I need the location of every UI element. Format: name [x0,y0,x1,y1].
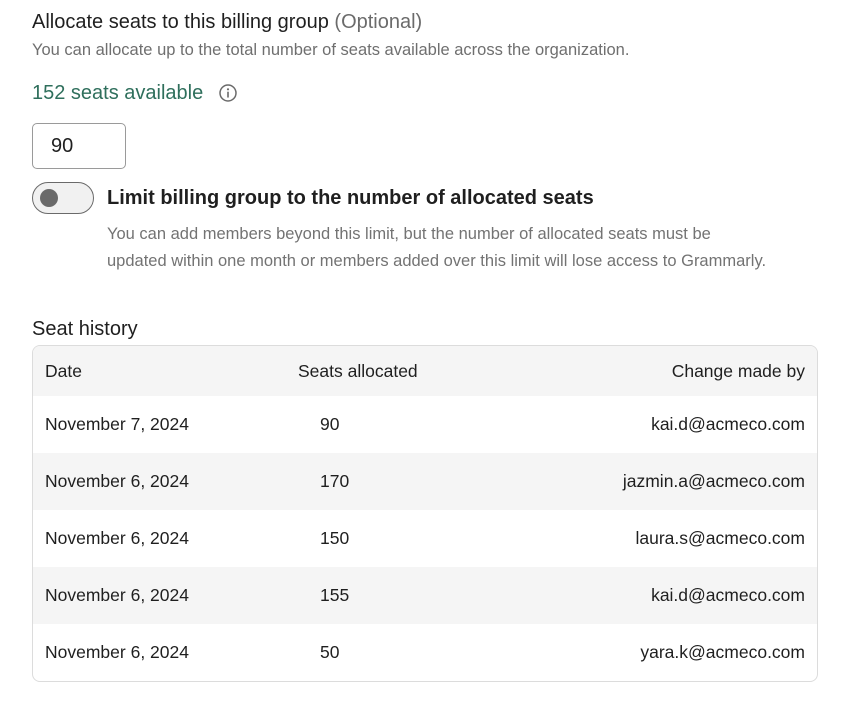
row-seats: 150 [320,528,350,548]
row-seats: 170 [320,471,350,491]
limit-toggle-description: You can add members beyond this limit, b… [107,225,767,270]
column-header-changed-by: Change made by [671,360,805,381]
row-changed-by: kai.d@acmeco.com [651,414,805,434]
row-date: November 6, 2024 [45,642,189,662]
table-header-row: Date Seats allocated Change made by [33,346,817,396]
limit-toggle-label: Limit billing group to the number of all… [107,186,594,209]
row-date: November 6, 2024 [45,528,189,548]
column-header-seats: Seats allocated [298,360,418,381]
section-title: Allocate seats to this billing group (Op… [32,8,818,36]
section-title-text: Allocate seats to this billing group [32,11,329,33]
table-row: November 6, 2024 155 kai.d@acmeco.com [33,567,817,624]
seat-history-table: Date Seats allocated Change made by Nove… [32,345,818,682]
limit-toggle-row: Limit billing group to the number of all… [32,182,818,214]
limit-seats-toggle[interactable] [32,182,94,214]
info-icon[interactable] [218,83,238,103]
row-changed-by: yara.k@acmeco.com [640,642,805,662]
row-date: November 6, 2024 [45,471,189,491]
section-subtitle: You can allocate up to the total number … [32,41,630,59]
table-row: November 6, 2024 150 laura.s@acmeco.com [33,510,817,567]
seats-available-text: 152 seats available [32,81,204,104]
column-header-date: Date [45,360,82,381]
table-row: November 6, 2024 50 yara.k@acmeco.com [33,624,817,681]
row-date: November 7, 2024 [45,414,189,434]
toggle-knob [40,189,58,207]
row-changed-by: laura.s@acmeco.com [635,528,806,548]
table-row: November 6, 2024 170 jazmin.a@acmeco.com [33,453,817,510]
allocate-seats-section: Allocate seats to this billing group (Op… [32,8,818,682]
table-row: November 7, 2024 90 kai.d@acmeco.com [33,396,817,453]
row-seats: 155 [320,585,350,605]
row-seats: 90 [320,414,340,434]
row-changed-by: kai.d@acmeco.com [651,585,805,605]
seats-available-row: 152 seats available [32,78,818,108]
seat-history-title: Seat history [32,318,138,340]
row-seats: 50 [320,642,340,662]
optional-label: (Optional) [334,11,423,33]
row-date: November 6, 2024 [45,585,189,605]
allocated-seats-input[interactable] [32,123,126,169]
row-changed-by: jazmin.a@acmeco.com [622,471,805,491]
